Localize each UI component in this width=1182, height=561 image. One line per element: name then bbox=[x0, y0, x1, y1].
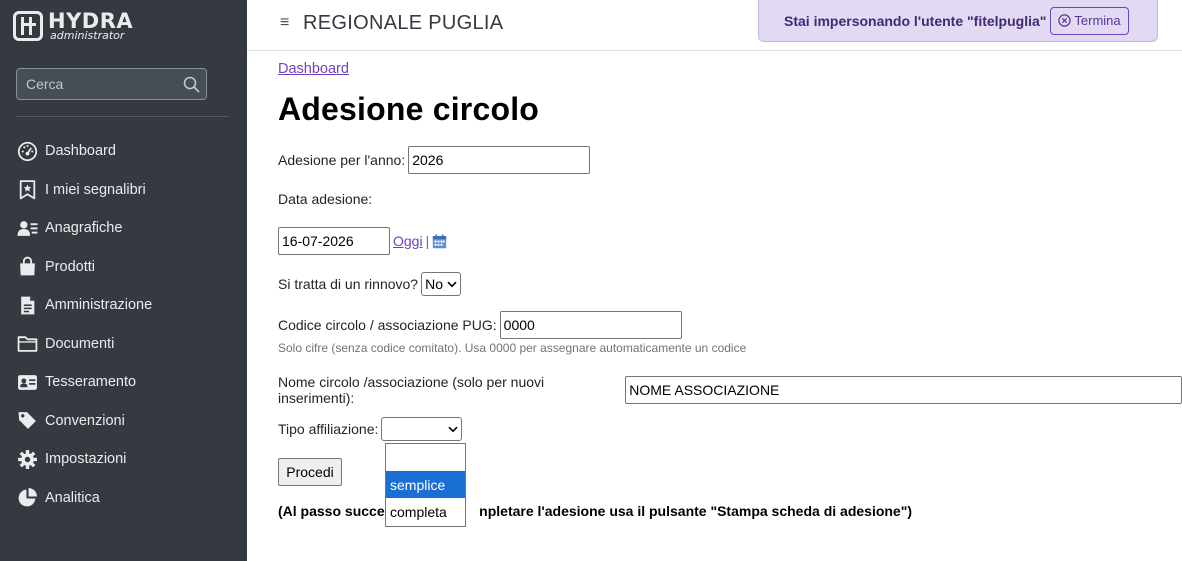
sidebar-item-convenzioni[interactable]: Convenzioni bbox=[0, 402, 247, 441]
terminate-label: Termina bbox=[1074, 13, 1121, 28]
terminate-impersonation-button[interactable]: Termina bbox=[1050, 6, 1129, 35]
sidebar-item-tesseramento[interactable]: Tesseramento bbox=[0, 363, 247, 402]
sidebar-item-label: Dashboard bbox=[45, 143, 116, 160]
impersonation-banner: Stai impersonando l'utente "fitelpuglia"… bbox=[758, 0, 1158, 42]
sidebar-item-analitica[interactable]: Analitica bbox=[0, 479, 247, 518]
chevron-down-icon bbox=[448, 426, 458, 433]
sidebar-item-impostazioni[interactable]: Impostazioni bbox=[0, 440, 247, 479]
sidebar-item-label: Analitica bbox=[45, 489, 100, 506]
option-completa[interactable]: completa bbox=[386, 498, 465, 525]
sidebar-item-dashboard[interactable]: Dashboard bbox=[0, 132, 247, 171]
type-row: Tipo affiliazione: bbox=[278, 417, 463, 441]
breadcrumb-dashboard-link[interactable]: Dashboard bbox=[278, 61, 349, 77]
date-label: Data adesione: bbox=[278, 191, 373, 207]
hamburger-menu-icon[interactable]: ≡ bbox=[280, 14, 289, 32]
sidebar-item-label: Anagrafiche bbox=[45, 220, 123, 237]
search-icon[interactable] bbox=[176, 69, 206, 99]
pie-chart-icon bbox=[16, 487, 38, 509]
sidebar-item-prodotti[interactable]: Prodotti bbox=[0, 248, 247, 287]
code-input[interactable]: 0000 bbox=[499, 311, 682, 339]
brand-logo[interactable]: HYDRA administrator bbox=[13, 9, 133, 43]
sidebar-item-documenti[interactable]: Documenti bbox=[0, 325, 247, 364]
folder-icon bbox=[16, 333, 38, 355]
year-input[interactable]: 2026 bbox=[408, 146, 591, 174]
sidebar-item-label: Prodotti bbox=[45, 258, 95, 275]
renewal-select[interactable]: No bbox=[421, 272, 462, 296]
users-list-icon bbox=[16, 217, 38, 239]
code-row: Codice circolo / associazione PUG: 0000 bbox=[278, 311, 682, 339]
id-card-icon bbox=[16, 371, 38, 393]
date-label-row: Data adesione: bbox=[278, 191, 372, 207]
brand-subtitle: administrator bbox=[50, 29, 125, 42]
impersonation-text: Stai impersonando l'utente "fitelpuglia" bbox=[784, 12, 1047, 29]
chevron-down-icon bbox=[447, 281, 457, 288]
renewal-row: Si tratta di un rinnovo? No bbox=[278, 272, 462, 296]
sidebar-item-anagrafiche[interactable]: Anagrafiche bbox=[0, 209, 247, 248]
note-text-end: npletare l'adesione usa il pulsante "Sta… bbox=[479, 503, 913, 519]
year-label: Adesione per l'anno: bbox=[278, 152, 406, 168]
file-invoice-icon bbox=[16, 294, 38, 316]
tags-icon bbox=[16, 410, 38, 432]
sidebar-item-label: Convenzioni bbox=[45, 412, 125, 429]
bookmark-icon bbox=[16, 179, 38, 201]
date-input[interactable]: 16-07-2026 bbox=[278, 227, 390, 255]
sidebar-item-bookmarks[interactable]: I miei segnalibri bbox=[0, 171, 247, 210]
calendar-icon[interactable] bbox=[432, 234, 447, 249]
code-help-text: Solo cifre (senza codice comitato). Usa … bbox=[278, 341, 747, 355]
date-separator: | bbox=[425, 233, 430, 249]
code-label: Codice circolo / associazione PUG: bbox=[278, 317, 497, 333]
sidebar-item-amministrazione[interactable]: Amministrazione bbox=[0, 286, 247, 325]
next-step-note: (Al passo success npletare l'adesione usa… bbox=[278, 503, 912, 519]
top-header: ≡ REGIONALE PUGLIA Stai impersonando l'u… bbox=[247, 0, 1182, 51]
sidebar-nav: Dashboard I miei segnalibri Anagrafiche … bbox=[0, 132, 247, 517]
shopping-bag-icon bbox=[16, 256, 38, 278]
sidebar-divider bbox=[16, 116, 229, 117]
sidebar: HYDRA administrator Cerca Dashboard I mi… bbox=[0, 0, 247, 561]
sidebar-item-label: Impostazioni bbox=[45, 451, 127, 468]
association-name-input[interactable]: NOME ASSOCIAZIONE bbox=[625, 376, 1182, 404]
sidebar-search[interactable]: Cerca bbox=[16, 68, 207, 100]
affiliation-type-options: semplice completa bbox=[385, 443, 466, 527]
renewal-label: Si tratta di un rinnovo? bbox=[278, 276, 419, 292]
renewal-selected-value: No bbox=[425, 276, 443, 292]
page-title: Adesione circolo bbox=[278, 91, 540, 127]
year-row: Adesione per l'anno: 2026 bbox=[278, 146, 591, 174]
name-label: Nome circolo /associazione (solo per nuo… bbox=[278, 374, 545, 406]
sidebar-item-label: Documenti bbox=[45, 335, 115, 352]
date-row: 16-07-2026 Oggi | bbox=[278, 227, 447, 255]
search-input[interactable]: Cerca bbox=[26, 76, 176, 92]
affiliation-type-select[interactable] bbox=[381, 417, 463, 441]
logo-mark-icon bbox=[13, 11, 43, 41]
option-empty[interactable] bbox=[386, 444, 465, 471]
option-semplice[interactable]: semplice bbox=[386, 471, 465, 498]
sidebar-item-label: I miei segnalibri bbox=[45, 181, 146, 198]
sidebar-item-label: Amministrazione bbox=[45, 297, 153, 314]
note-text-start: (Al passo success bbox=[278, 503, 401, 519]
sidebar-item-label: Tesseramento bbox=[45, 374, 137, 391]
name-row: Nome circolo /associazione (solo per nuo… bbox=[278, 374, 1182, 406]
today-link[interactable]: Oggi bbox=[393, 233, 423, 249]
dashboard-gauge-icon bbox=[16, 140, 38, 162]
close-circle-icon bbox=[1058, 14, 1072, 27]
organization-title: REGIONALE PUGLIA bbox=[303, 12, 504, 34]
procedi-button[interactable]: Procedi bbox=[278, 458, 342, 486]
gear-icon bbox=[16, 448, 38, 470]
type-label: Tipo affiliazione: bbox=[278, 421, 379, 437]
